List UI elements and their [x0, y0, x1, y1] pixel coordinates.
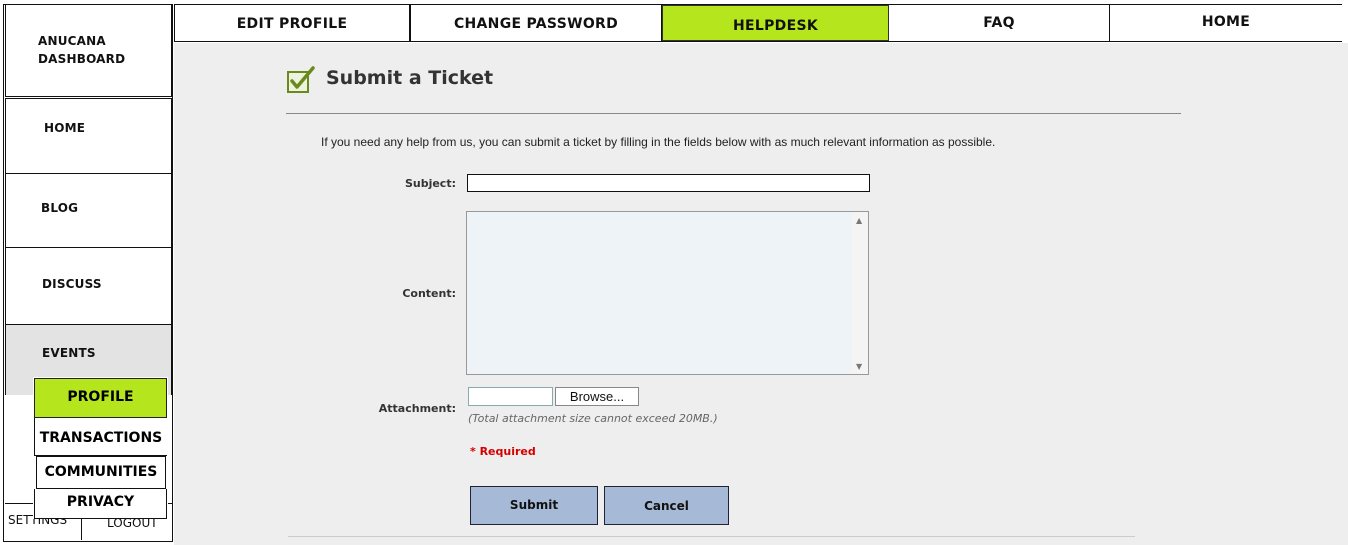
content-textarea[interactable] — [467, 212, 852, 374]
submit-button[interactable]: Submit — [470, 486, 598, 525]
tab-edit-profile[interactable]: EDIT PROFILE — [175, 5, 411, 41]
scroll-down-icon[interactable]: ▼ — [856, 362, 862, 371]
attachment-file-field[interactable] — [468, 387, 553, 406]
subject-label: Subject: — [404, 177, 456, 190]
menu-item-privacy[interactable]: PRIVACY — [34, 489, 167, 519]
tab-change-password[interactable]: CHANGE PASSWORD — [411, 5, 662, 41]
sidebar-dashboard-line1: ANUCANA — [38, 34, 106, 48]
menu-item-transactions[interactable]: TRANSACTIONS — [34, 418, 167, 456]
checkbox-checked-icon — [287, 66, 315, 93]
content-scrollbar[interactable]: ▲ ▼ — [852, 212, 868, 374]
sidebar-item-discuss[interactable]: DISCUSS — [5, 247, 172, 325]
tab-change-password-label: CHANGE PASSWORD — [453, 16, 619, 32]
main-content: Submit a Ticket If you need any help fro… — [174, 43, 1348, 545]
page-title: Submit a Ticket — [326, 67, 494, 89]
menu-item-communities[interactable]: COMMUNITIES — [36, 456, 166, 489]
tab-home-label: HOME — [1201, 14, 1251, 30]
menu-item-profile[interactable]: PROFILE — [34, 378, 167, 418]
content-label: Content: — [402, 287, 456, 300]
required-note: * Required — [470, 445, 536, 458]
sidebar-item-home[interactable]: HOME — [5, 98, 172, 174]
intro-text: If you need any help from us, you can su… — [321, 135, 996, 149]
browse-button[interactable]: Browse... — [555, 387, 639, 406]
sidebar-item-blog[interactable]: BLOG — [5, 173, 172, 248]
bottom-divider — [288, 536, 1135, 537]
content-field-wrapper: ▲ ▼ — [466, 211, 869, 375]
title-divider — [286, 113, 1181, 114]
sidebar-blog-label: BLOG — [41, 201, 79, 215]
ticket-panel: Submit a Ticket If you need any help fro… — [270, 43, 1196, 545]
tab-helpdesk-label: HELPDESK — [733, 18, 818, 34]
sidebar-home-label: HOME — [44, 121, 86, 135]
attachment-size-note: (Total attachment size cannot exceed 20M… — [468, 412, 718, 425]
tab-faq[interactable]: FAQ — [889, 5, 1110, 41]
sidebar-item-dashboard[interactable]: ANUCANA DASHBOARD — [5, 5, 172, 97]
top-navigation: EDIT PROFILE CHANGE PASSWORD HELPDESK FA… — [174, 4, 1342, 42]
sidebar-discuss-label: DISCUSS — [42, 277, 102, 291]
tab-home[interactable]: HOME — [1110, 5, 1342, 41]
sidebar-events-label: EVENTS — [42, 346, 96, 360]
profile-dropdown-menu: PROFILE TRANSACTIONS COMMUNITIES PRIVACY — [33, 377, 168, 519]
tab-edit-profile-label: EDIT PROFILE — [236, 16, 348, 32]
tab-faq-label: FAQ — [983, 15, 1015, 31]
scroll-up-icon[interactable]: ▲ — [856, 216, 862, 225]
subject-input[interactable] — [467, 174, 870, 192]
tab-helpdesk[interactable]: HELPDESK — [662, 5, 889, 41]
attachment-label: Attachment: — [378, 402, 456, 415]
sidebar-dashboard-label: ANUCANA DASHBOARD — [38, 32, 125, 68]
cancel-button[interactable]: Cancel — [604, 486, 729, 525]
sidebar-dashboard-line2: DASHBOARD — [38, 52, 126, 66]
